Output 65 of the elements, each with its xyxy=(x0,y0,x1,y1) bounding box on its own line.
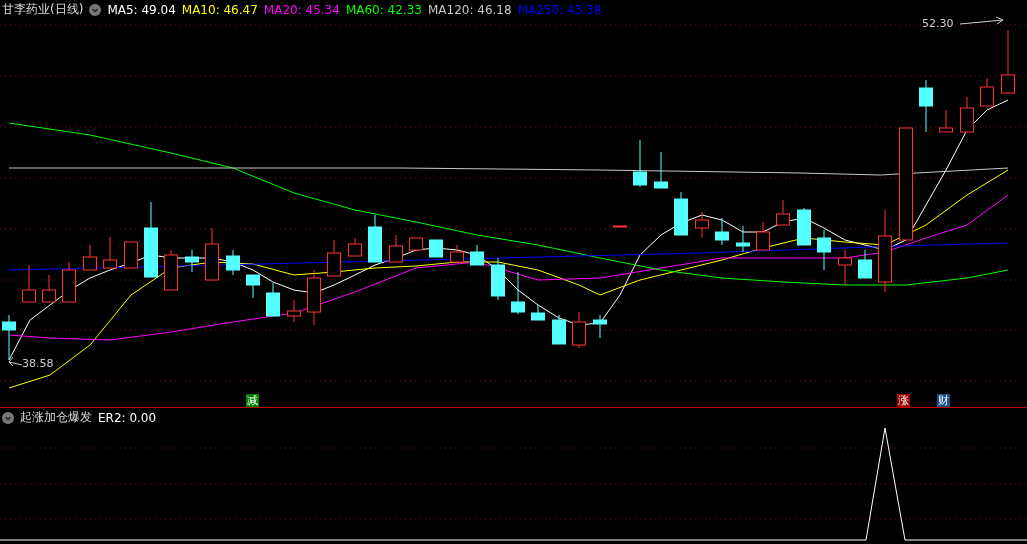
candlestick xyxy=(756,221,770,251)
indicator-value: ER2: 0.00 xyxy=(98,410,157,425)
candlestick xyxy=(980,77,994,107)
signal-badge: 减 xyxy=(246,394,259,407)
dropdown-icon[interactable] xyxy=(2,411,14,424)
candlestick xyxy=(42,274,56,303)
indicator-title: 起涨加仓爆发 xyxy=(20,409,92,426)
signal-badge: 财 xyxy=(937,394,950,407)
candlestick xyxy=(736,225,750,253)
candlestick xyxy=(817,229,831,271)
candlestick xyxy=(83,244,97,271)
candlestick xyxy=(552,314,566,345)
candlestick xyxy=(368,214,382,263)
candlestick xyxy=(266,282,280,317)
candlestick xyxy=(593,314,607,339)
candlestick xyxy=(164,249,178,291)
candlestick xyxy=(409,237,423,251)
candlestick xyxy=(776,199,790,226)
leader-arrow xyxy=(959,16,1004,25)
leader-arrow xyxy=(8,356,23,367)
candlestick xyxy=(511,271,525,315)
candlestick xyxy=(103,236,117,269)
candlestick xyxy=(858,249,872,279)
candlestick xyxy=(470,244,484,266)
candlestick xyxy=(348,237,362,257)
candlestick xyxy=(919,79,933,133)
candlestick xyxy=(633,139,647,188)
candlestick xyxy=(797,207,811,246)
candlestick xyxy=(654,151,668,189)
candlestick xyxy=(307,269,321,326)
indicator-value: MA20: 45.34 xyxy=(263,2,340,17)
candlestick xyxy=(185,249,199,273)
candlestick xyxy=(572,311,586,349)
indicator-value: MA10: 46.47 xyxy=(181,2,258,17)
candlestick xyxy=(246,274,260,299)
candlestick xyxy=(960,96,974,133)
indicator-value: MA5: 49.04 xyxy=(107,2,176,17)
candlestick xyxy=(62,261,76,303)
candlestick xyxy=(613,225,627,228)
candlestick xyxy=(939,109,953,133)
signal-badge: 涨 xyxy=(897,394,910,407)
high-price-label: 52.30 xyxy=(922,17,954,30)
candlestick xyxy=(205,227,219,281)
candlestick xyxy=(838,249,852,286)
candlestick xyxy=(124,241,138,269)
candlestick xyxy=(674,191,688,236)
candlestick xyxy=(389,234,403,263)
candlestick xyxy=(22,264,36,303)
candlestick xyxy=(287,299,301,323)
candlestick xyxy=(429,239,443,258)
candlestick xyxy=(450,244,464,263)
candlestick xyxy=(2,314,16,361)
candlestick xyxy=(531,304,545,321)
candlestick xyxy=(1001,29,1015,94)
low-price-label: 38.58 xyxy=(22,357,54,370)
candlestick xyxy=(327,239,341,277)
indicator-value: MA250: 43.38 xyxy=(517,2,602,17)
candlestick xyxy=(226,249,240,276)
candlestick xyxy=(491,257,505,301)
stock-title: 甘李药业(日线) xyxy=(2,1,84,18)
candlestick xyxy=(715,217,729,246)
candlestick xyxy=(695,211,709,239)
indicator-value: MA120: 46.18 xyxy=(427,2,512,17)
dropdown-icon[interactable] xyxy=(89,3,102,16)
indicator-value: MA60: 42.33 xyxy=(345,2,422,17)
